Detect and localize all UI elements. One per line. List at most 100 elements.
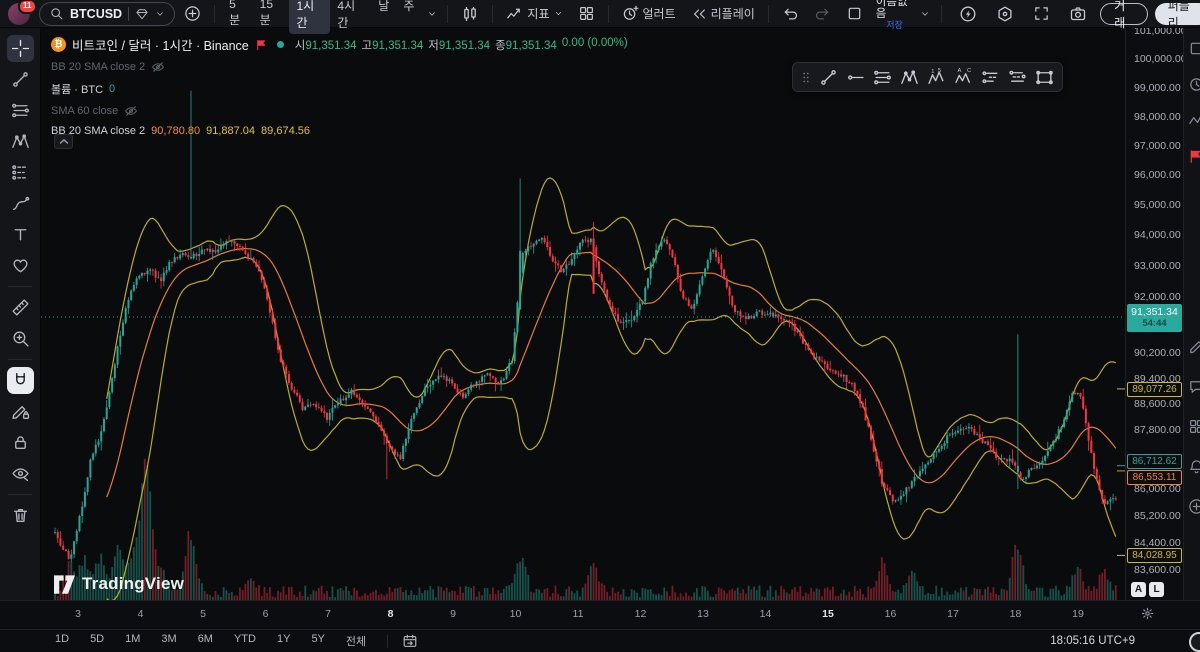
lock-drawings-icon[interactable]: [7, 429, 34, 456]
candle-body: [375, 416, 377, 422]
candle-body: [535, 241, 537, 244]
eye-off-icon[interactable]: [124, 104, 138, 118]
candle-body: [794, 324, 796, 331]
price-label: 94,000.00: [1134, 229, 1181, 241]
chart-legend: ₿ 비트코인 / 달러 · 1시간 · Binance 시91,351.34 고…: [51, 35, 628, 144]
help-icon[interactable]: [1188, 498, 1200, 515]
magnet-icon[interactable]: [7, 367, 34, 394]
forecast-icon[interactable]: [7, 159, 34, 186]
interval-4시간[interactable]: 4시간: [330, 0, 371, 34]
layout-name-button[interactable]: 이름없음 저장: [876, 0, 913, 30]
layout-grid-button[interactable]: [572, 2, 601, 26]
measure-icon[interactable]: [7, 294, 34, 321]
indicator-row-volume[interactable]: 볼륨 · BTC 0: [51, 81, 628, 97]
horizontal-ray-draw-icon[interactable]: [842, 65, 868, 89]
range-5Y[interactable]: 5Y: [311, 633, 324, 649]
stay-in-drawing-mode-icon[interactable]: [7, 398, 34, 425]
flag-icon[interactable]: [255, 38, 269, 52]
rectangle-draw-icon[interactable]: [1031, 65, 1057, 89]
range-1D[interactable]: 1D: [55, 633, 69, 649]
corner-widget-icon[interactable]: [1189, 632, 1200, 652]
crosshair-icon[interactable]: [7, 35, 34, 62]
indicators-button[interactable]: 지표: [500, 2, 568, 26]
range-5D[interactable]: 5D: [90, 633, 104, 649]
chat-icon[interactable]: [1188, 378, 1200, 395]
xabcd-pattern-draw-icon[interactable]: [896, 65, 922, 89]
auto-scale-button[interactable]: A: [1131, 582, 1146, 597]
save-link[interactable]: 저장: [886, 21, 903, 30]
remove-objects-icon[interactable]: [7, 502, 34, 529]
range-1Y[interactable]: 1Y: [277, 633, 290, 649]
range-3M[interactable]: 3M: [161, 633, 176, 649]
ideas-icon[interactable]: [1188, 338, 1200, 355]
redo-button[interactable]: [808, 2, 837, 26]
elliott-wave-draw-icon[interactable]: 15: [923, 65, 949, 89]
alert-button[interactable]: 얼러트: [616, 2, 682, 26]
clock-timezone[interactable]: 18:05:16 UTC+9: [1050, 635, 1135, 647]
fib-retracement-draw-icon[interactable]: [869, 65, 895, 89]
emoji-icon[interactable]: [7, 252, 34, 279]
chevron-down-icon[interactable]: [920, 9, 930, 19]
symbol-search[interactable]: BTCUSD: [39, 2, 175, 26]
interval-날[interactable]: 날: [371, 0, 396, 34]
abc-pattern-draw-icon[interactable]: AC: [950, 65, 976, 89]
legend-collapse-button[interactable]: [54, 134, 73, 149]
range-6M[interactable]: 6M: [198, 633, 213, 649]
watchlist-icon[interactable]: [1188, 40, 1200, 57]
add-symbol-button[interactable]: [178, 2, 207, 26]
replay-button[interactable]: 리플레이: [685, 2, 761, 26]
chart-style-button[interactable]: [455, 2, 485, 26]
interval-5분[interactable]: 5분: [222, 0, 253, 34]
trend-line-draw-icon[interactable]: [815, 65, 841, 89]
settings-gear-icon[interactable]: [990, 2, 1020, 26]
xabcd-pattern-icon[interactable]: [7, 128, 34, 155]
indicator-row-sma-hidden[interactable]: SMA 60 close: [51, 104, 628, 118]
object-tree-icon[interactable]: [1188, 418, 1200, 435]
chart-pane[interactable]: ₿ 비트코인 / 달러 · 1시간 · Binance 시91,351.34 고…: [41, 28, 1125, 600]
calendar-icon[interactable]: [1188, 148, 1200, 165]
save-layout-icon[interactable]: [840, 2, 869, 26]
zoom-in-icon[interactable]: [7, 325, 34, 352]
trade-button[interactable]: 거래: [1100, 3, 1148, 25]
symbol-legend-row[interactable]: ₿ 비트코인 / 달러 · 1시간 · Binance 시91,351.34 고…: [51, 35, 628, 54]
floating-drawing-toolbar[interactable]: 15AC: [792, 62, 1063, 92]
alerts-icon[interactable]: [1188, 76, 1200, 93]
go-to-date-button[interactable]: [402, 633, 418, 649]
time-axis[interactable]: 345678910111213141516171819: [0, 600, 1200, 629]
indicator-row-bb[interactable]: BB 20 SMA close 2 90,780.80 91,887.04 89…: [51, 125, 628, 137]
fullscreen-icon[interactable]: [1027, 2, 1056, 26]
axis-settings-gear-icon[interactable]: [1140, 606, 1155, 621]
user-avatar[interactable]: 11: [8, 3, 30, 25]
range-YTD[interactable]: YTD: [234, 633, 256, 649]
candle-body: [204, 250, 206, 251]
interval-menu-chevron[interactable]: [424, 2, 440, 26]
candle-body: [214, 250, 216, 252]
text-icon[interactable]: [7, 221, 34, 248]
camera-snapshot-icon[interactable]: [1063, 2, 1093, 26]
range-전체[interactable]: 전체: [346, 633, 366, 649]
regression-trend-draw-icon[interactable]: [1004, 65, 1030, 89]
right-panel-strip[interactable]: [1183, 28, 1200, 600]
range-1M[interactable]: 1M: [125, 633, 140, 649]
interval-주[interactable]: 주: [396, 0, 421, 34]
price-axis[interactable]: 101,000.00100,000.0099,000.0098,000.0097…: [1125, 28, 1183, 600]
interval-1시간[interactable]: 1시간: [289, 0, 330, 34]
eye-off-icon[interactable]: [151, 60, 165, 74]
hotlists-icon[interactable]: [1188, 112, 1200, 129]
brush-icon[interactable]: [7, 190, 34, 217]
interval-15분[interactable]: 15분: [253, 0, 290, 34]
volume-bar: [446, 588, 448, 600]
drag-handle-icon[interactable]: [798, 65, 814, 89]
publish-icon[interactable]: [1188, 458, 1200, 475]
gem-icon[interactable]: [135, 7, 149, 21]
undo-button[interactable]: [776, 2, 805, 26]
trend-line-icon[interactable]: [7, 66, 34, 93]
quick-search-icon[interactable]: [953, 2, 983, 26]
fib-retracement-icon[interactable]: [7, 97, 34, 124]
volume-bar: [353, 588, 355, 600]
projection-draw-icon[interactable]: [977, 65, 1003, 89]
publish-button[interactable]: 퍼블리: [1155, 3, 1200, 25]
indicator-row-bb-hidden[interactable]: BB 20 SMA close 2: [51, 60, 628, 74]
hide-drawings-icon[interactable]: [7, 460, 34, 487]
log-scale-button[interactable]: L: [1149, 582, 1164, 597]
